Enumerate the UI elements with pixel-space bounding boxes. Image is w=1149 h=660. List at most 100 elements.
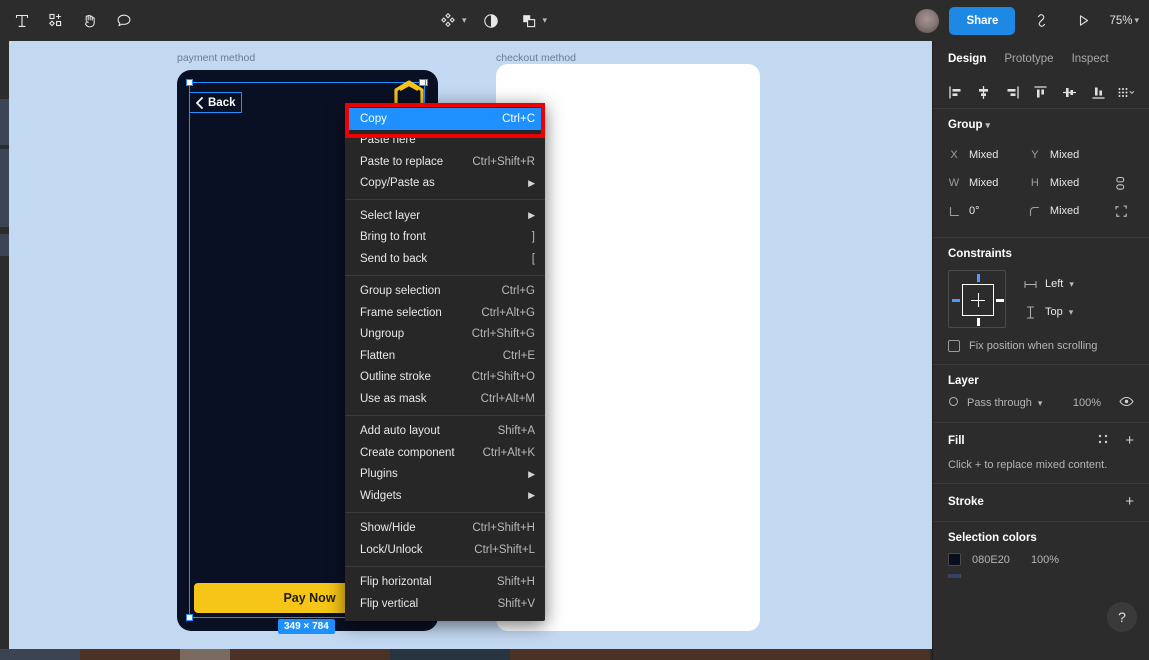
context-menu[interactable]: Copy Ctrl+C Paste here Paste to replace Ctrl… <box>345 103 545 621</box>
frame-label-payment-method[interactable]: payment method <box>177 52 255 64</box>
property-x[interactable]: X Mixed <box>948 149 1029 161</box>
context-menu-item-frame-selection[interactable]: Frame selection Ctrl+Alt+G <box>345 302 545 324</box>
chevron-down-icon[interactable]: ▾ <box>543 15 548 26</box>
chevron-down-icon[interactable]: ▾ <box>1038 398 1043 409</box>
context-menu-item-outline-stroke[interactable]: Outline stroke Ctrl+Shift+O <box>345 367 545 389</box>
rotation-icon <box>948 206 960 217</box>
align-horizontal-center-icon[interactable] <box>972 80 996 104</box>
avatar[interactable] <box>915 8 940 33</box>
align-top-icon[interactable] <box>1029 80 1053 104</box>
frame-label-checkout-method[interactable]: checkout method <box>496 52 576 64</box>
chevron-down-icon[interactable]: ▾ <box>986 120 991 131</box>
resize-handle-icon[interactable] <box>419 79 426 86</box>
fill-title-label: Fill <box>948 434 965 447</box>
diamond-cluster-icon[interactable] <box>432 6 464 36</box>
visibility-eye-icon[interactable] <box>1119 396 1134 410</box>
color-hex-value[interactable]: 080E20 <box>972 554 1010 566</box>
chevron-down-icon[interactable]: ▾ <box>462 15 467 26</box>
components-tool-icon[interactable] <box>40 6 72 36</box>
fill-styles-icon[interactable] <box>1097 433 1109 448</box>
selection-color-row[interactable]: 080E20 100% <box>948 553 1134 566</box>
context-menu-item-flatten[interactable]: Flatten Ctrl+E <box>345 345 545 367</box>
share-button[interactable]: Share <box>949 6 1016 35</box>
move-tool-group[interactable]: ▾ <box>432 6 469 36</box>
context-menu-item-flip-vertical[interactable]: Flip vertical Shift+V <box>345 593 545 615</box>
property-w[interactable]: W Mixed <box>948 177 1029 189</box>
property-row-rotation-radius: 0° Mixed <box>948 197 1134 225</box>
property-corner-radius[interactable]: Mixed <box>1029 205 1110 217</box>
play-icon[interactable] <box>1067 6 1099 36</box>
constraint-bar-right[interactable] <box>996 298 1004 302</box>
chevron-down-icon[interactable]: ▾ <box>1134 15 1139 26</box>
constraint-bar-top[interactable] <box>976 274 980 282</box>
hand-tool-icon[interactable] <box>74 6 106 36</box>
constraint-bar-bottom[interactable] <box>976 318 980 326</box>
fix-position-row[interactable]: Fix position when scrolling <box>948 340 1134 352</box>
context-menu-item-label: Plugins <box>360 468 398 481</box>
align-right-icon[interactable] <box>1000 80 1024 104</box>
union-shapes-icon[interactable] <box>513 6 545 36</box>
context-menu-item-ungroup[interactable]: Ungroup Ctrl+Shift+G <box>345 324 545 346</box>
context-menu-item-widgets[interactable]: Widgets ▶ <box>345 485 545 507</box>
group-section-title[interactable]: Group ▾ <box>948 119 1134 131</box>
context-menu-item-bring-to-front[interactable]: Bring to front] <box>345 227 545 249</box>
text-tool-icon[interactable] <box>6 6 38 36</box>
color-swatch[interactable] <box>948 553 961 566</box>
context-menu-item-group-selection[interactable]: Group selection Ctrl+G <box>345 281 545 303</box>
context-menu-item-select-layer[interactable]: Select layer ▶ <box>345 205 545 227</box>
bottom-segment <box>230 649 390 660</box>
align-vertical-center-icon[interactable] <box>1058 80 1082 104</box>
context-menu-item-lock-unlock[interactable]: Lock/Unlock Ctrl+Shift+L <box>345 539 545 561</box>
context-menu-item-show-hide[interactable]: Show/Hide Ctrl+Shift+H <box>345 518 545 540</box>
chevron-down-icon[interactable]: ▾ <box>1069 279 1074 290</box>
layer-opacity-value[interactable]: 100% <box>1073 397 1101 409</box>
context-menu-item-plugins[interactable]: Plugins ▶ <box>345 464 545 486</box>
property-y[interactable]: Y Mixed <box>1029 149 1110 161</box>
half-circle-icon[interactable] <box>475 6 507 36</box>
comment-tool-icon[interactable] <box>108 6 140 36</box>
horizontal-constraint-dropdown[interactable]: Left ▾ <box>1024 270 1076 298</box>
align-bottom-icon[interactable] <box>1086 80 1110 104</box>
help-button[interactable]: ? <box>1107 602 1137 632</box>
boolean-tool-group[interactable]: ▾ <box>513 6 550 36</box>
selection-color-row-partial[interactable] <box>948 574 1134 578</box>
context-menu-item-paste-to-replace[interactable]: Paste to replace Ctrl+Shift+R <box>345 151 545 173</box>
property-x-key: X <box>950 149 958 161</box>
add-stroke-button[interactable]: + <box>1125 494 1134 509</box>
color-opacity-value[interactable]: 100% <box>1031 554 1059 566</box>
context-menu-item-label: Bring to front <box>360 231 426 244</box>
context-menu-item-copy[interactable]: Copy Ctrl+C <box>345 108 545 130</box>
property-rotation-value: 0° <box>969 205 980 217</box>
color-swatch[interactable] <box>948 574 961 578</box>
resize-handle-top-left[interactable] <box>186 79 193 86</box>
property-rotation[interactable]: 0° <box>948 205 1029 217</box>
independent-corners-icon[interactable] <box>1110 204 1134 218</box>
back-button[interactable]: Back <box>189 92 242 113</box>
align-left-icon[interactable] <box>943 80 967 104</box>
constrain-proportions-icon[interactable] <box>1110 176 1134 191</box>
fix-position-checkbox[interactable] <box>948 340 960 352</box>
distribute-more-icon[interactable] <box>1115 80 1139 104</box>
tab-inspect[interactable]: Inspect <box>1072 53 1109 65</box>
chevron-down-icon[interactable]: ▾ <box>1069 307 1074 318</box>
link-icon[interactable] <box>1025 6 1057 36</box>
blend-mode-value[interactable]: Pass through <box>967 397 1032 409</box>
resize-handle-bottom-left[interactable] <box>186 614 193 621</box>
context-menu-item-copy-paste-as[interactable]: Copy/Paste as ▶ <box>345 173 545 195</box>
property-h[interactable]: H Mixed <box>1029 177 1110 189</box>
context-menu-item-create-component[interactable]: Create component Ctrl+Alt+K <box>345 442 545 464</box>
context-menu-item-add-auto-layout[interactable]: Add auto layout Shift+A <box>345 421 545 443</box>
add-fill-button[interactable]: + <box>1125 433 1134 448</box>
tab-design[interactable]: Design <box>948 53 986 65</box>
context-menu-item-send-to-back[interactable]: Send to back [ <box>345 248 545 270</box>
selection-dimensions-badge: 349 × 784 <box>278 619 335 634</box>
constraints-diagram[interactable] <box>948 270 1006 328</box>
context-menu-item-paste-here[interactable]: Paste here <box>345 130 545 152</box>
tab-prototype[interactable]: Prototype <box>1004 53 1053 65</box>
vertical-constraint-dropdown[interactable]: Top ▾ <box>1024 298 1076 326</box>
constraint-bar-left[interactable] <box>952 298 960 302</box>
context-menu-item-use-as-mask[interactable]: Use as mask Ctrl+Alt+M <box>345 388 545 410</box>
selection-colors-title: Selection colors <box>948 532 1037 544</box>
context-menu-item-flip-horizontal[interactable]: Flip horizontal Shift+H <box>345 572 545 594</box>
zoom-control[interactable]: 75% ▾ <box>1109 15 1141 27</box>
